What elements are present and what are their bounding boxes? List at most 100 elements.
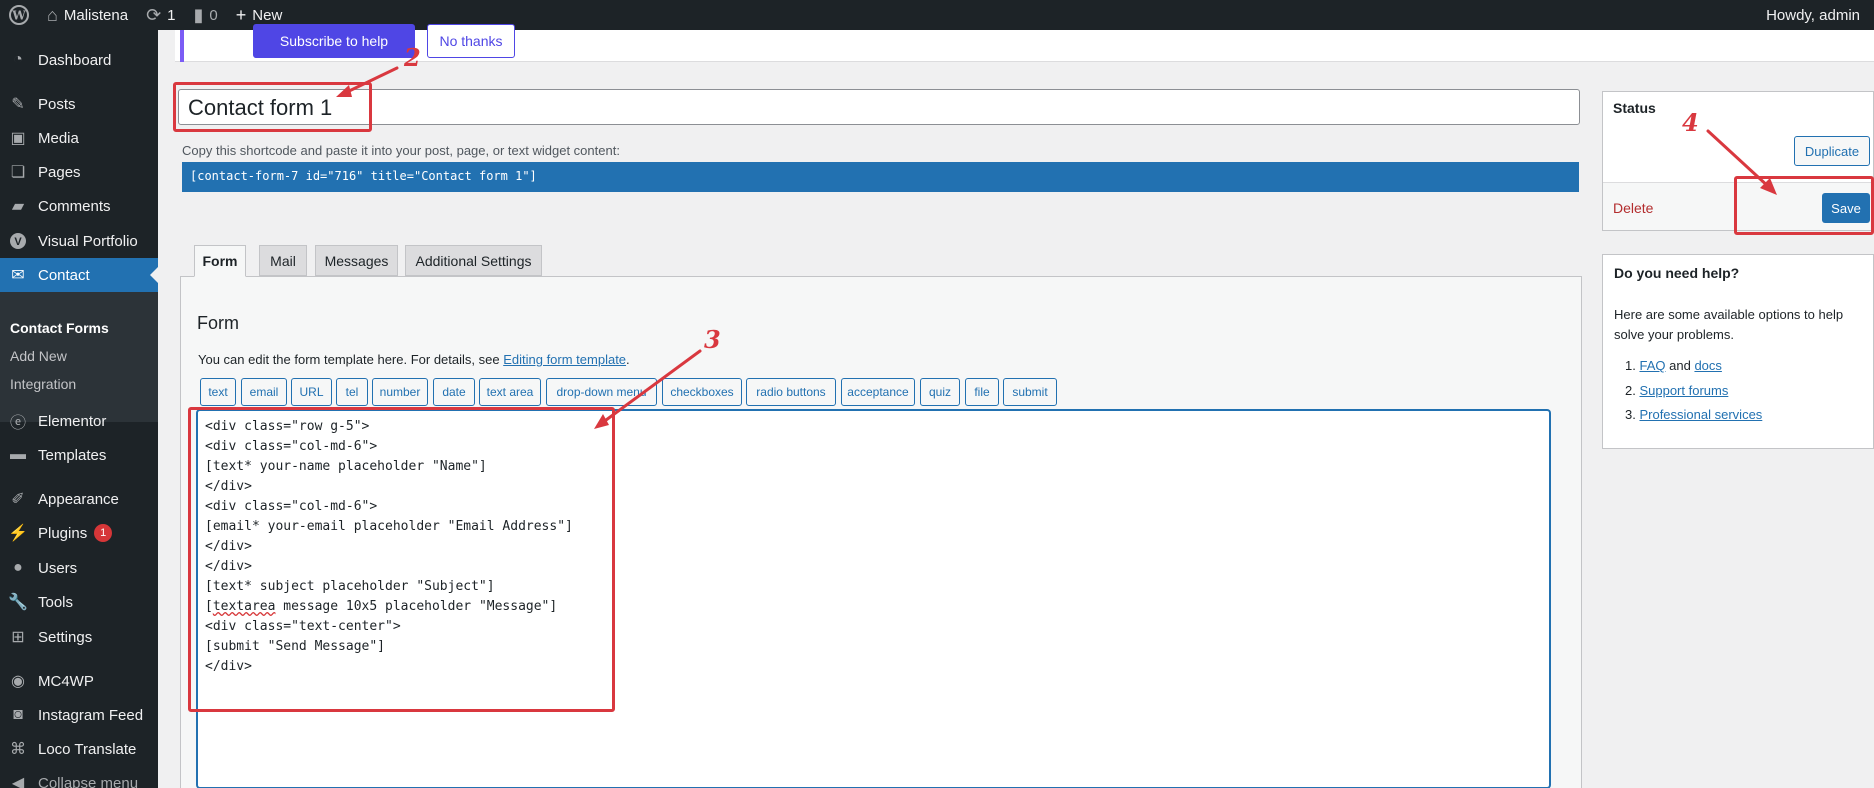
sidebar-item-posts[interactable]: ✎ Posts [0, 87, 158, 121]
sidebar-item-label: Comments [38, 197, 111, 215]
tag-button-quiz[interactable]: quiz [920, 378, 960, 406]
list-number: 3. [1625, 407, 1636, 422]
collapse-icon: ◀ [11, 775, 25, 788]
form-description: You can edit the form template here. For… [198, 352, 630, 367]
tag-button-radio-buttons[interactable]: radio buttons [746, 378, 836, 406]
no-thanks-button[interactable]: No thanks [427, 24, 515, 58]
shortcode-label: Copy this shortcode and paste it into yo… [182, 143, 620, 158]
help-title: Do you need help? [1614, 265, 1740, 281]
sidebar-item-loco-translate[interactable]: ⌘ Loco Translate [0, 732, 158, 766]
wordpress-icon: W [9, 5, 29, 25]
submenu-contact-forms[interactable]: Contact Forms [10, 320, 109, 336]
plugins-update-badge: 1 [94, 524, 113, 542]
help-item-professional: 3. Professional services [1625, 407, 1762, 422]
wordpress-logo[interactable]: W [0, 0, 38, 30]
sidebar-item-templates[interactable]: ▬ Templates [0, 438, 158, 472]
updates-icon: ⟳ [146, 5, 162, 25]
tag-button-text[interactable]: text [200, 378, 236, 406]
sidebar-item-contact[interactable]: ✉ Contact [0, 258, 158, 292]
sidebar-item-media[interactable]: ▣ Media [0, 121, 158, 155]
editing-form-template-link[interactable]: Editing form template [503, 352, 626, 367]
shortcode-field[interactable]: [contact-form-7 id="716" title="Contact … [182, 162, 1579, 192]
help-description: Here are some available options to help … [1614, 307, 1844, 342]
sidebar-item-label: Loco Translate [38, 740, 137, 758]
site-name-link[interactable]: ⌂ Malistena [38, 0, 137, 30]
faq-link[interactable]: FAQ [1639, 358, 1665, 373]
new-label: New [252, 6, 283, 24]
subscribe-button[interactable]: Subscribe to help [253, 24, 415, 58]
tag-button-email[interactable]: email [241, 378, 287, 406]
elementor-icon: ⓔ [9, 415, 26, 432]
tag-button-tel[interactable]: tel [336, 378, 368, 406]
sidebar-item-appearance[interactable]: ✐ Appearance [0, 482, 158, 516]
list-number: 1. [1625, 358, 1636, 373]
mail-icon: ✉ [11, 267, 25, 284]
professional-services-link[interactable]: Professional services [1639, 407, 1762, 422]
home-icon: ⌂ [47, 5, 58, 25]
form-desc-suffix: . [626, 352, 630, 367]
sidebar-item-label: Visual Portfolio [38, 232, 138, 250]
sidebar-item-plugins[interactable]: ⚡ Plugins 1 [0, 516, 158, 550]
pages-icon: ❏ [10, 164, 26, 181]
sidebar-item-pages[interactable]: ❏ Pages [0, 155, 158, 189]
sidebar-item-instagram-feed[interactable]: ◙ Instagram Feed [0, 698, 158, 732]
duplicate-button[interactable]: Duplicate [1794, 136, 1870, 166]
settings-icon: ⊞ [11, 629, 25, 646]
tag-button-checkboxes[interactable]: checkboxes [662, 378, 742, 406]
submenu-add-new[interactable]: Add New [10, 348, 67, 364]
tag-button-submit[interactable]: submit [1003, 378, 1057, 406]
tab-additional-settings[interactable]: Additional Settings [405, 245, 542, 276]
sidebar-item-users[interactable]: ● Users [0, 551, 158, 585]
pin-icon: ✎ [11, 96, 25, 113]
tab-mail[interactable]: Mail [259, 245, 307, 276]
annotation-number-4: 4 [1682, 108, 1699, 137]
wrench-icon: 🔧 [8, 594, 28, 611]
sidebar-item-label: Contact [38, 266, 90, 284]
user-icon: ● [13, 559, 23, 576]
plus-icon: + [235, 5, 247, 25]
tag-button-acceptance[interactable]: acceptance [841, 378, 915, 406]
sidebar-item-settings[interactable]: ⊞ Settings [0, 620, 158, 654]
tab-form[interactable]: Form [194, 245, 246, 277]
tag-button-url[interactable]: URL [291, 378, 332, 406]
translate-icon: ⌘ [10, 741, 26, 758]
submenu-integration[interactable]: Integration [10, 376, 76, 392]
sidebar-item-label: Plugins [38, 524, 88, 542]
docs-link[interactable]: docs [1694, 358, 1721, 373]
form-section-heading: Form [197, 313, 239, 333]
annotation-number-2: 2 [404, 43, 421, 72]
comments-link[interactable]: ▮ 0 [185, 0, 227, 30]
sidebar-item-dashboard[interactable]: ◔ Dashboard [0, 43, 158, 77]
collapse-menu[interactable]: ◀ Collapse menu [0, 766, 158, 788]
tag-button-text-area[interactable]: text area [479, 378, 541, 406]
tab-messages[interactable]: Messages [315, 245, 398, 276]
sidebar-item-label: Appearance [38, 490, 119, 508]
sidebar-item-tools[interactable]: 🔧 Tools [0, 585, 158, 619]
delete-link[interactable]: Delete [1613, 200, 1653, 216]
tag-button-drop-down-menu[interactable]: drop-down menu [546, 378, 657, 406]
updates-link[interactable]: ⟳ 1 [137, 0, 184, 30]
status-title: Status [1613, 100, 1656, 116]
admin-notice: Subscribe to help No thanks [175, 24, 1874, 62]
svg-text:V: V [14, 236, 22, 248]
sidebar-item-label: Media [38, 129, 79, 147]
support-forums-link[interactable]: Support forums [1639, 383, 1728, 398]
v-icon: V [8, 231, 28, 251]
sidebar-item-mc4wp[interactable]: ◉ MC4WP [0, 664, 158, 698]
sidebar-item-label: Dashboard [38, 51, 112, 69]
tag-button-number[interactable]: number [372, 378, 428, 406]
comments-count: 0 [209, 6, 218, 24]
site-name: Malistena [63, 6, 129, 24]
sidebar-item-comments[interactable]: ▰ Comments [0, 189, 158, 223]
sidebar-item-visual-portfolio[interactable]: V Visual Portfolio [0, 224, 158, 258]
howdy-account[interactable]: Howdy, admin [1757, 0, 1874, 30]
sidebar-item-label: Collapse menu [38, 774, 139, 788]
mc4wp-icon: ◉ [11, 673, 25, 690]
dashboard-icon: ◔ [13, 51, 23, 68]
sidebar-item-label: Posts [38, 95, 76, 113]
tag-button-file[interactable]: file [965, 378, 999, 406]
sidebar-item-elementor[interactable]: ⓔ Elementor [0, 404, 158, 438]
tag-button-date[interactable]: date [433, 378, 475, 406]
form-title-input[interactable]: Contact form 1 [178, 89, 1580, 125]
contact-submenu: Contact Forms Add New Integration [0, 288, 158, 422]
